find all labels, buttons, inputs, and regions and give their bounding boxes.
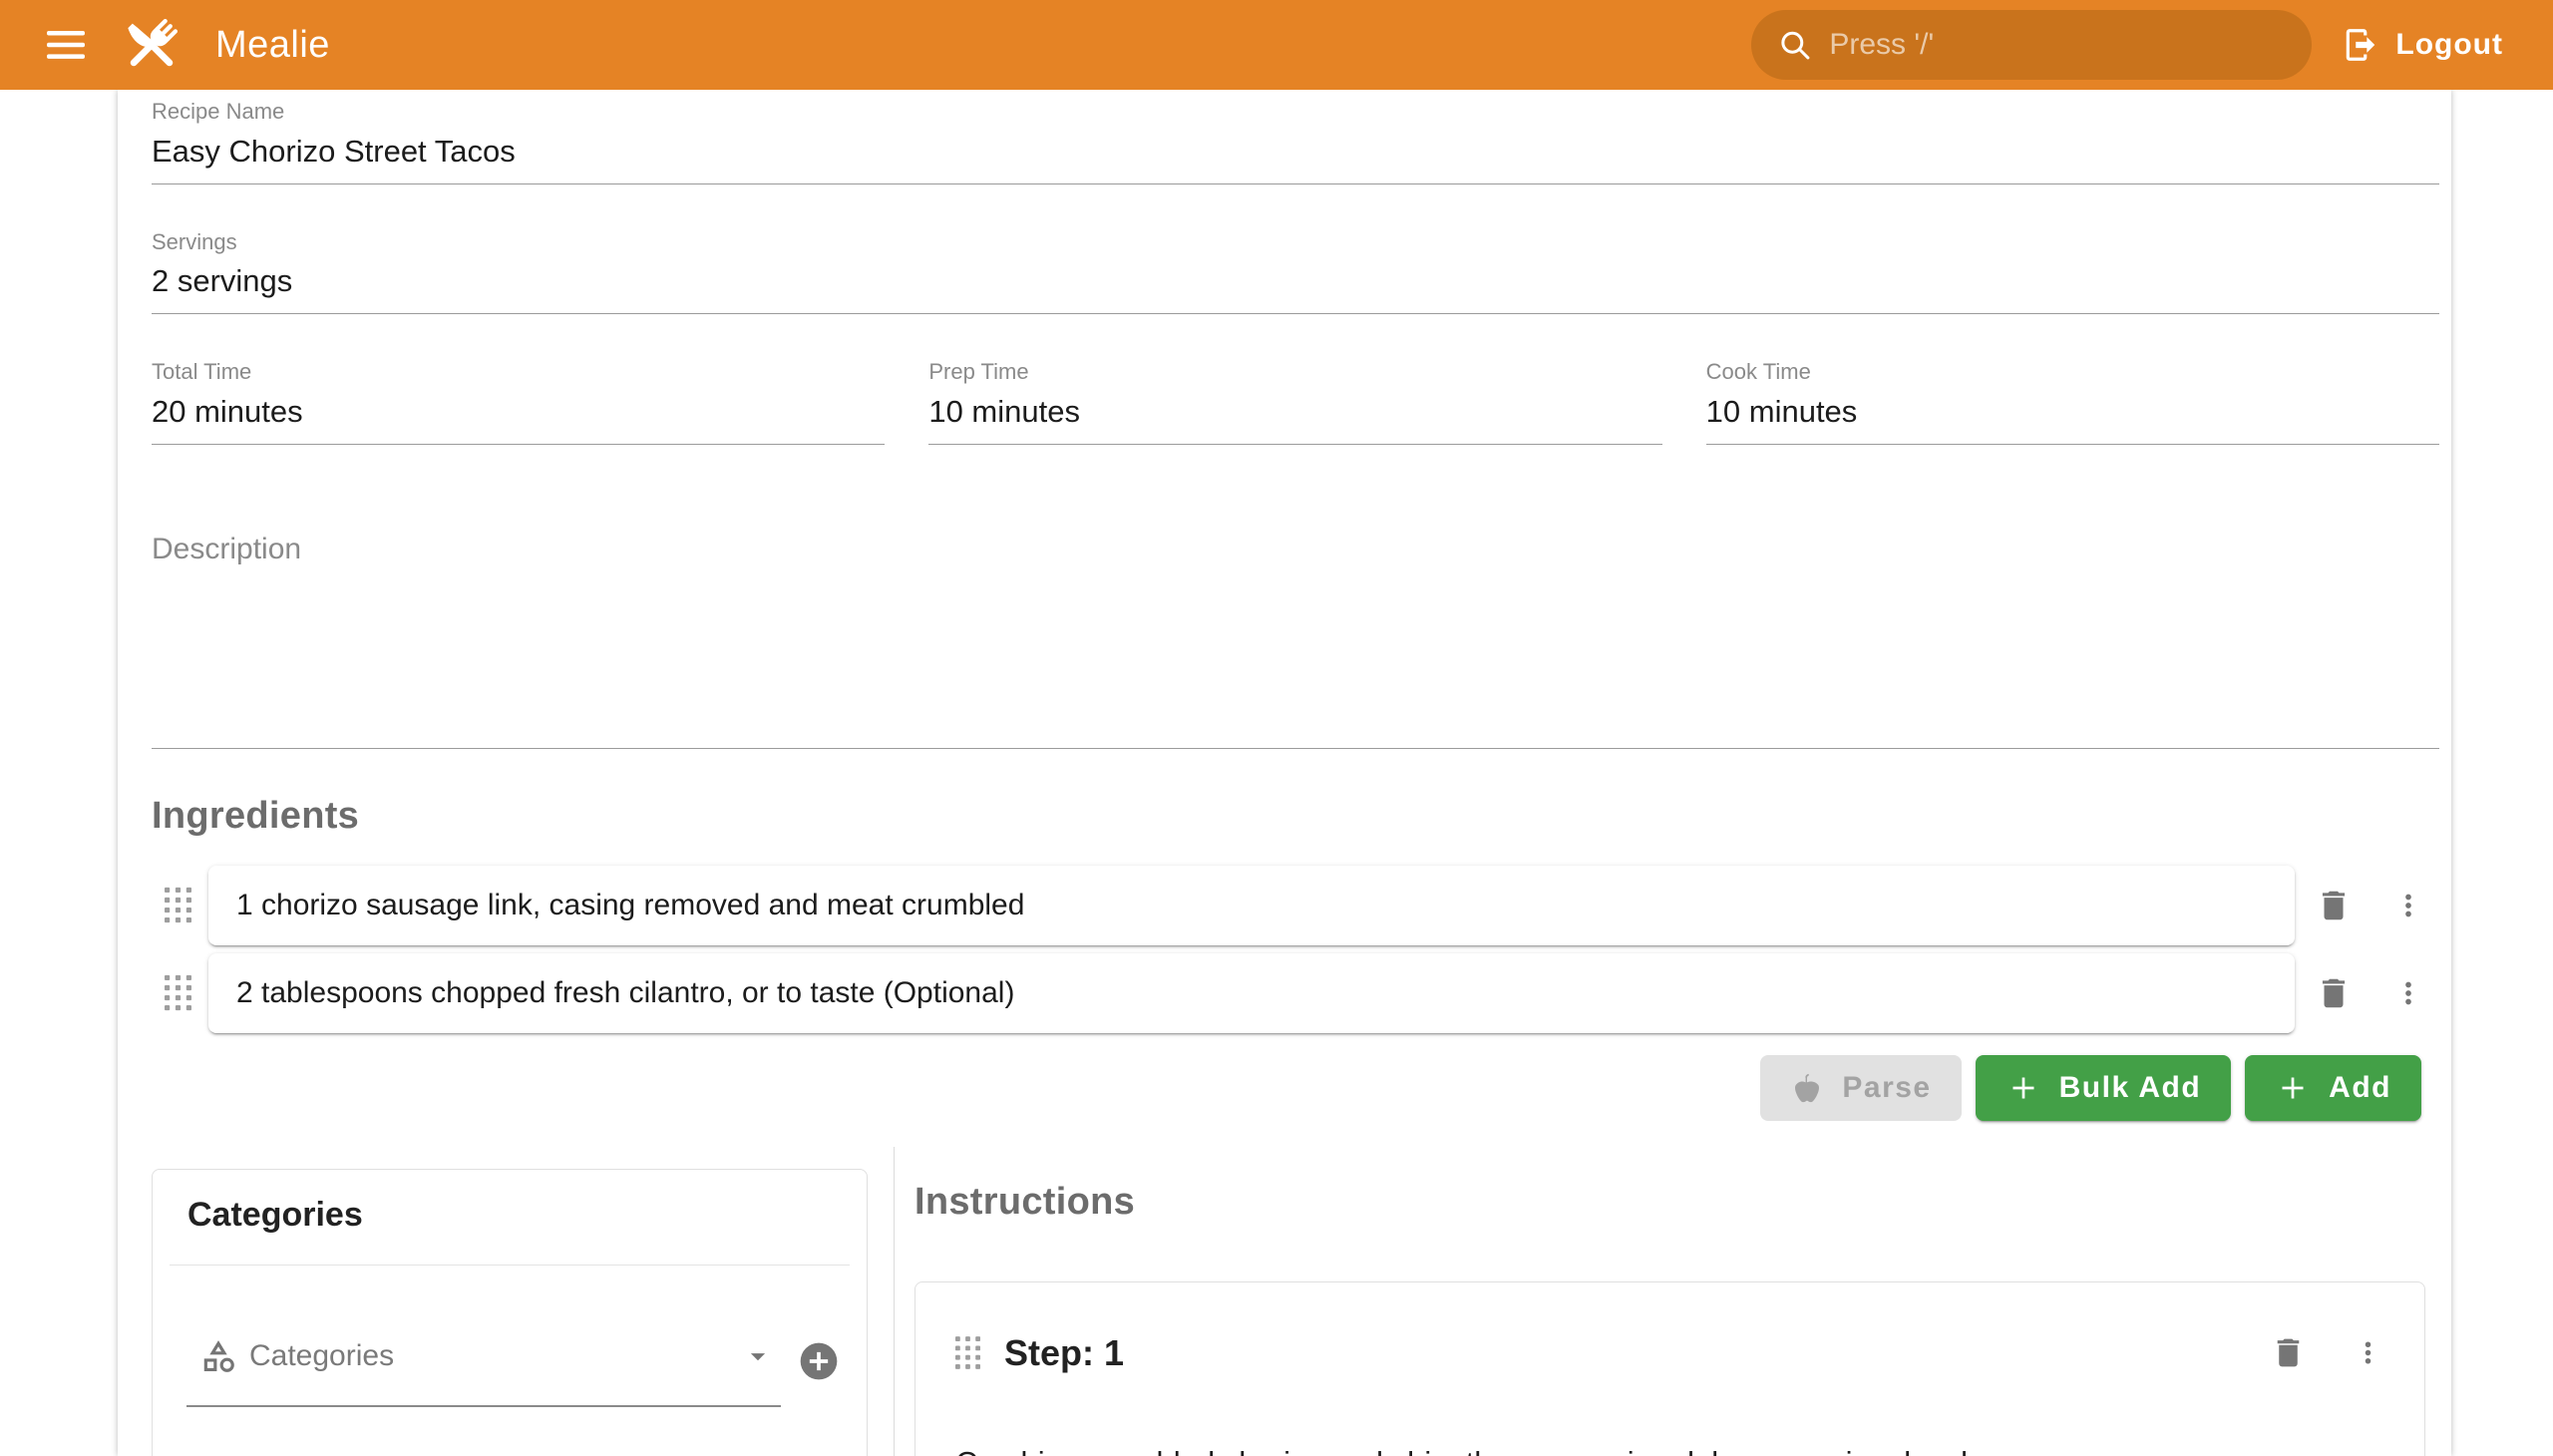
kebab-menu-icon: [2352, 1336, 2384, 1369]
ingredients-heading: Ingredients: [152, 795, 2439, 838]
kebab-menu-icon: [2391, 976, 2425, 1010]
drag-handle-icon[interactable]: [955, 1336, 980, 1369]
parse-label: Parse: [1842, 1071, 1931, 1105]
chevron-down-icon[interactable]: [741, 1339, 775, 1373]
drag-handle-icon[interactable]: [165, 974, 191, 1011]
ingredient-actions-row: Parse Bulk Add Add: [152, 1055, 2439, 1121]
trash-icon: [2270, 1334, 2307, 1371]
recipe-editor-card: Recipe Name Servings Total Time Prep Tim…: [118, 90, 2451, 1456]
lower-section: Categories Categories: [152, 1147, 2439, 1456]
delete-ingredient-button[interactable]: [2315, 887, 2353, 924]
search-input[interactable]: [1829, 28, 2286, 62]
cook-time-label: Cook Time: [1706, 358, 2439, 386]
description-textarea[interactable]: [152, 566, 2439, 748]
categories-select-wrap: Categories: [186, 1337, 781, 1407]
prep-time-label: Prep Time: [928, 358, 1661, 386]
cook-time-input[interactable]: [1706, 394, 2439, 430]
add-button[interactable]: Add: [2245, 1055, 2421, 1121]
logout-icon: [2342, 26, 2379, 64]
categories-select[interactable]: Categories: [186, 1337, 781, 1407]
trash-icon: [2315, 974, 2353, 1012]
ingredient-row: [152, 866, 2439, 945]
total-time-field: Total Time: [152, 358, 885, 445]
trash-icon: [2315, 887, 2353, 924]
parse-button: Parse: [1760, 1055, 1961, 1121]
logout-button[interactable]: Logout: [2342, 26, 2503, 64]
description-field: Description: [152, 533, 2439, 749]
recipe-name-label: Recipe Name: [152, 98, 2439, 126]
categories-select-label: Categories: [249, 1339, 394, 1373]
ingredient-menu-button[interactable]: [2391, 889, 2425, 922]
description-label: Description: [152, 533, 2439, 566]
servings-field: Servings: [152, 228, 2439, 315]
delete-ingredient-button[interactable]: [2315, 974, 2353, 1012]
step-text[interactable]: Combine crumbled chorizo and chipotle pe…: [955, 1440, 2384, 1456]
prep-time-field: Prep Time: [928, 358, 1661, 445]
search-bar[interactable]: [1751, 10, 2312, 80]
mealie-logo-icon: [118, 11, 185, 79]
servings-input[interactable]: [152, 263, 2439, 299]
plus-icon: [2006, 1070, 2041, 1106]
ingredient-menu-button[interactable]: [2391, 976, 2425, 1010]
search-icon: [1777, 27, 1813, 63]
instructions-heading: Instructions: [914, 1181, 2439, 1224]
delete-step-button[interactable]: [2270, 1334, 2307, 1371]
servings-label: Servings: [152, 228, 2439, 256]
total-time-label: Total Time: [152, 358, 885, 386]
instruction-step-card: Step: 1 Combine crumbled chorizo and chi…: [914, 1281, 2425, 1456]
bulk-add-label: Bulk Add: [2059, 1071, 2202, 1105]
step-menu-button[interactable]: [2352, 1336, 2384, 1369]
hamburger-menu-icon[interactable]: [38, 17, 94, 73]
category-shapes-icon: [199, 1337, 237, 1375]
total-time-input[interactable]: [152, 394, 885, 430]
add-category-button[interactable]: [797, 1339, 841, 1383]
categories-card: Categories Categories: [152, 1169, 868, 1456]
kebab-menu-icon: [2391, 889, 2425, 922]
prep-time-input[interactable]: [928, 394, 1661, 430]
ingredient-input[interactable]: [236, 889, 2267, 922]
instructions-column: Instructions Step: 1: [894, 1147, 2439, 1456]
cook-time-field: Cook Time: [1706, 358, 2439, 445]
ingredient-text-field: [208, 866, 2295, 945]
app-bar: Mealie Logout: [0, 0, 2553, 90]
app-title: Mealie: [215, 24, 330, 67]
categories-column: Categories Categories: [152, 1147, 894, 1456]
apple-icon: [1790, 1071, 1824, 1105]
plus-circle-icon: [797, 1339, 841, 1383]
recipe-name-field: Recipe Name: [152, 98, 2439, 184]
step-title: Step: 1: [1004, 1332, 1124, 1374]
step-header: Step: 1: [955, 1332, 2384, 1374]
drag-handle-icon[interactable]: [165, 887, 191, 923]
divider: [170, 1265, 850, 1266]
time-fields-row: Total Time Prep Time Cook Time: [152, 358, 2439, 445]
ingredient-text-field: [208, 953, 2295, 1033]
logout-label: Logout: [2395, 28, 2503, 62]
recipe-name-input[interactable]: [152, 134, 2439, 170]
ingredient-row: [152, 953, 2439, 1033]
bulk-add-button[interactable]: Bulk Add: [1976, 1055, 2232, 1121]
categories-heading: Categories: [187, 1196, 867, 1235]
ingredient-input[interactable]: [236, 976, 2267, 1010]
plus-icon: [2275, 1070, 2311, 1106]
add-label: Add: [2329, 1071, 2391, 1105]
